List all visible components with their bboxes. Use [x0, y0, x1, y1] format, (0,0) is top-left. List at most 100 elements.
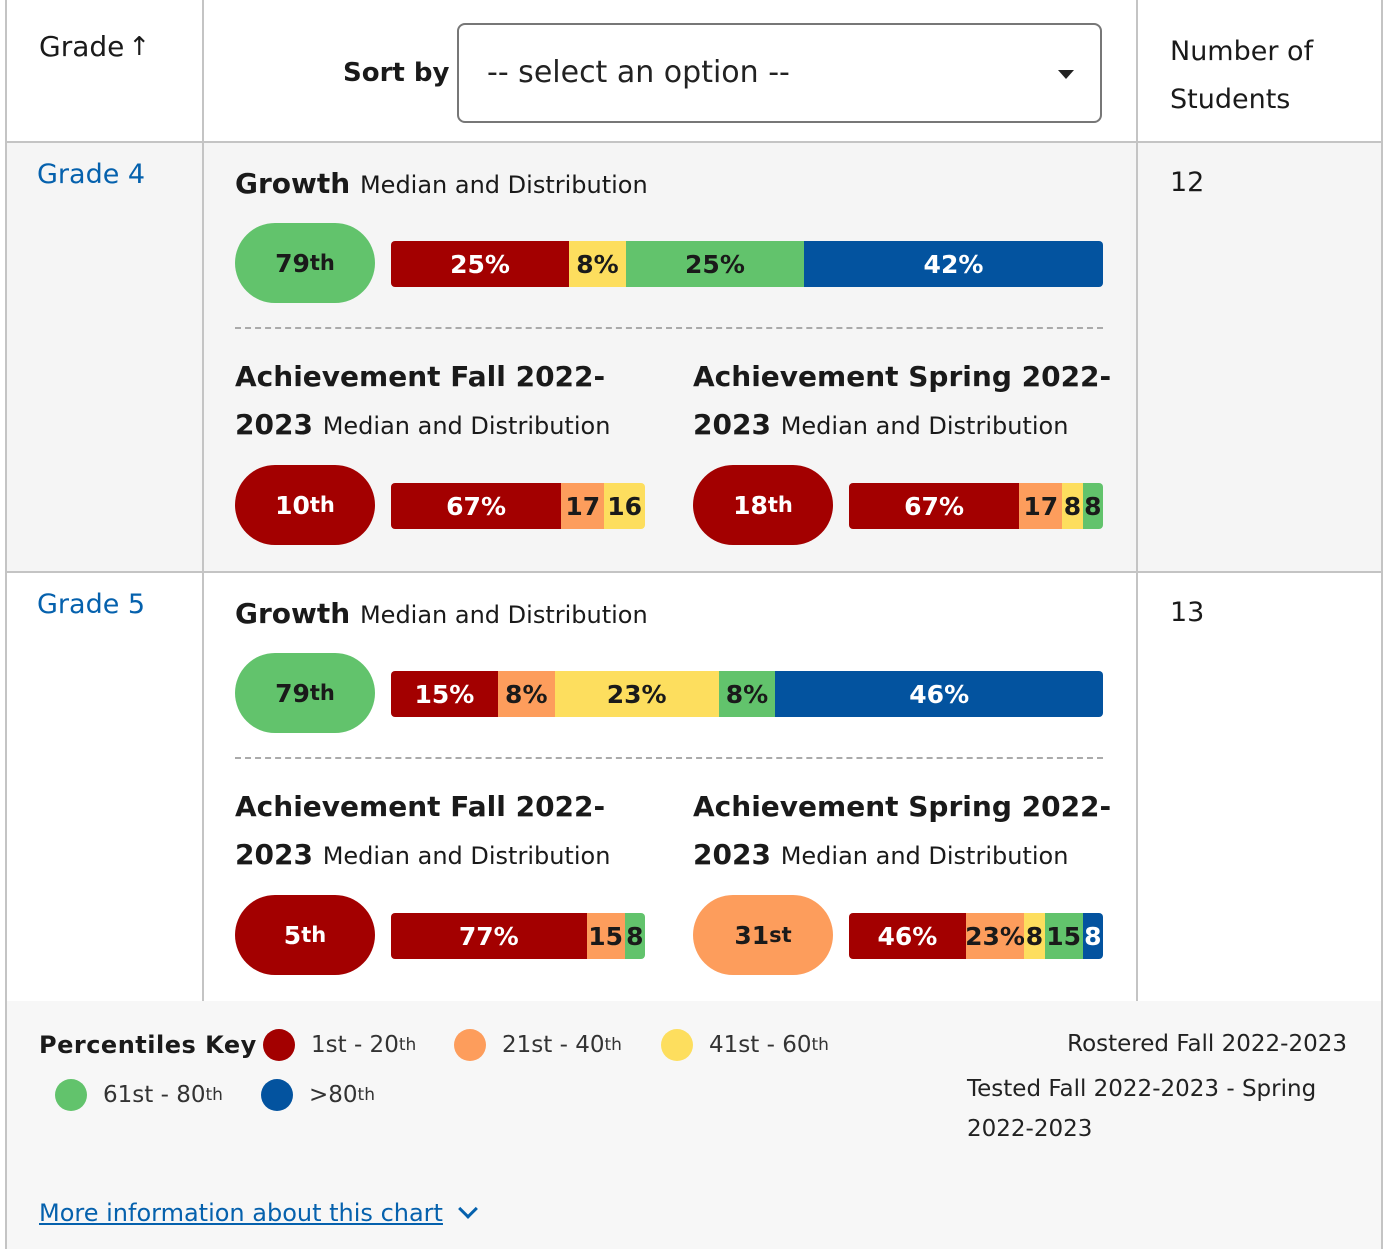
- median-suffix: st: [769, 923, 792, 947]
- red-dot-icon: [263, 1029, 295, 1061]
- spring-distribution-bar: 46% 23% 8 15 8: [849, 913, 1103, 959]
- growth-median-pill: 79th: [235, 653, 375, 733]
- yellow-dot-icon: [661, 1029, 693, 1061]
- sort-select-value: -- select an option --: [487, 55, 790, 90]
- key-suffix: th: [357, 1085, 375, 1105]
- bar-segment-21-40: 17: [1019, 483, 1063, 529]
- bar-segment-41-60: 23%: [554, 671, 719, 717]
- bar-segment-21-40: 17: [561, 483, 605, 529]
- median-number: 79: [275, 678, 310, 708]
- growth-title-text: Growth: [235, 597, 351, 630]
- median-number: 10: [275, 490, 310, 520]
- bar-segment-41-60: 8%: [569, 241, 626, 287]
- bar-segment-1-20: 77%: [391, 913, 587, 959]
- students-header-line1: Number of: [1170, 36, 1314, 67]
- bar-segment-61-80: 8%: [718, 671, 776, 717]
- report-table: Grade ↑ Sort by -- select an option -- N…: [5, 0, 1383, 1249]
- column-divider: [202, 0, 204, 1001]
- fall-achievement-title: Achievement Fall 2022-2023 Median and Di…: [235, 353, 675, 450]
- grade-header-label: Grade: [39, 30, 125, 63]
- key-suffix: th: [604, 1035, 622, 1055]
- key-item-1-20: 1st - 20th: [263, 1029, 416, 1061]
- chart-footer: Percentiles Key 1st - 20th 21st - 40th 4…: [7, 1001, 1381, 1249]
- bar-segment-80-plus: 8: [1082, 913, 1103, 959]
- percentiles-key-title: Percentiles Key: [39, 1031, 257, 1059]
- sort-select[interactable]: -- select an option --: [457, 23, 1102, 123]
- student-count: 12: [1170, 167, 1205, 198]
- growth-median-pill: 79th: [235, 223, 375, 303]
- key-item-61-80: 61st - 80th: [55, 1079, 223, 1111]
- sort-by-label: Sort by: [343, 58, 450, 88]
- spring-subtitle: Median and Distribution: [780, 842, 1069, 870]
- growth-title-text: Growth: [235, 167, 351, 200]
- bar-segment-80-plus: 42%: [803, 241, 1103, 287]
- bar-segment-80-plus: 46%: [775, 671, 1103, 717]
- grade-link[interactable]: Grade 4: [37, 159, 145, 190]
- median-number: 31: [734, 920, 770, 950]
- fall-subtitle: Median and Distribution: [322, 412, 611, 440]
- chevron-down-icon: [458, 1199, 478, 1219]
- spring-subtitle: Median and Distribution: [780, 412, 1069, 440]
- students-header-line2: Students: [1170, 84, 1291, 115]
- bar-segment-21-40: 23%: [965, 913, 1025, 959]
- key-label: 41st - 60: [709, 1032, 812, 1058]
- spring-achievement-title: Achievement Spring 2022-2023 Median and …: [693, 353, 1133, 450]
- fall-median-pill: 10th: [235, 465, 375, 545]
- sort-ascending-icon: ↑: [128, 31, 151, 62]
- key-label: 1st - 20: [311, 1032, 399, 1058]
- table-row: Grade 5 Growth Median and Distribution 7…: [7, 573, 1381, 1003]
- median-suffix: th: [309, 493, 335, 517]
- orange-dot-icon: [454, 1029, 486, 1061]
- fall-distribution-bar: 77% 15 8: [391, 913, 645, 959]
- section-divider: [235, 327, 1103, 329]
- fall-subtitle: Median and Distribution: [322, 842, 611, 870]
- chevron-down-icon: [1058, 70, 1074, 79]
- more-info-link[interactable]: More information about this chart: [39, 1199, 478, 1227]
- growth-subtitle: Median and Distribution: [359, 601, 648, 629]
- key-item-80-plus: >80 th: [261, 1079, 375, 1111]
- bar-segment-61-80: 25%: [625, 241, 804, 287]
- bar-segment-41-60: 8: [1062, 483, 1083, 529]
- spring-median-pill: 31st: [693, 895, 833, 975]
- key-suffix: th: [205, 1085, 223, 1105]
- student-count: 13: [1170, 597, 1205, 628]
- median-suffix: th: [309, 251, 335, 275]
- key-label: 21st - 40: [502, 1032, 605, 1058]
- blue-dot-icon: [261, 1079, 293, 1111]
- median-number: 79: [275, 248, 310, 278]
- grade-link[interactable]: Grade 5: [37, 589, 145, 620]
- growth-subtitle: Median and Distribution: [359, 171, 648, 199]
- key-suffix: th: [811, 1035, 829, 1055]
- rostered-text: Rostered Fall 2022-2023: [1067, 1031, 1347, 1057]
- bar-segment-21-40: 15: [586, 913, 625, 959]
- green-dot-icon: [55, 1079, 87, 1111]
- median-number: 5: [283, 920, 302, 950]
- fall-distribution-bar: 67% 17 16: [391, 483, 645, 529]
- fall-achievement-title: Achievement Fall 2022-2023 Median and Di…: [235, 783, 675, 880]
- bar-segment-21-40: 8%: [497, 671, 555, 717]
- table-row: Grade 4 Growth Median and Distribution 7…: [7, 143, 1381, 573]
- bar-segment-41-60: 8: [1024, 913, 1045, 959]
- growth-title: Growth Median and Distribution: [235, 597, 648, 630]
- spring-median-pill: 18th: [693, 465, 833, 545]
- more-info-label: More information about this chart: [39, 1199, 443, 1227]
- table-header: Grade ↑ Sort by -- select an option -- N…: [7, 0, 1381, 143]
- key-item-41-60: 41st - 60th: [661, 1029, 829, 1061]
- key-label: >80: [309, 1082, 358, 1108]
- tested-text: Tested Fall 2022-2023 - Spring 2022-2023: [967, 1076, 1317, 1142]
- bar-segment-1-20: 67%: [391, 483, 562, 529]
- key-label: 61st - 80: [103, 1082, 206, 1108]
- median-suffix: th: [301, 923, 327, 947]
- grade-column-header[interactable]: Grade ↑: [39, 30, 150, 63]
- spring-achievement-title: Achievement Spring 2022-2023 Median and …: [693, 783, 1133, 880]
- bar-segment-1-20: 15%: [391, 671, 498, 717]
- bar-segment-1-20: 25%: [391, 241, 569, 287]
- fall-median-pill: 5th: [235, 895, 375, 975]
- median-suffix: th: [309, 681, 335, 705]
- key-suffix: th: [398, 1035, 417, 1055]
- bar-segment-1-20: 46%: [849, 913, 966, 959]
- median-suffix: th: [767, 493, 793, 517]
- bar-segment-61-80: 8: [624, 913, 645, 959]
- spring-distribution-bar: 67% 17 8 8: [849, 483, 1103, 529]
- section-divider: [235, 757, 1103, 759]
